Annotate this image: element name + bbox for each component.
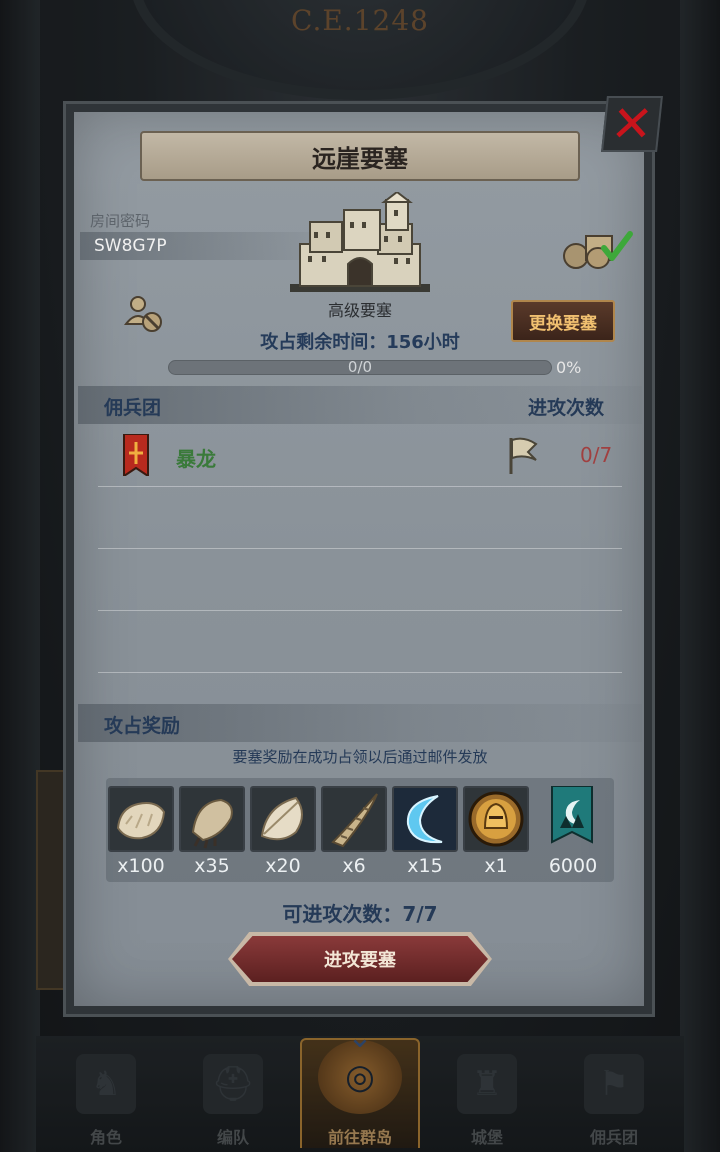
room-code-label: 房间密码 [90, 212, 151, 230]
reward-item[interactable] [538, 786, 606, 852]
reward-note: 要塞奖励在成功占领以后通过邮件发放 [232, 748, 488, 766]
golden-helmet-icon [468, 791, 524, 847]
attack-flag-icon [509, 437, 538, 474]
reward-quantity: x35 [194, 855, 230, 877]
reward-item[interactable] [250, 786, 316, 852]
attacks-remaining: 可进攻次数：7/7 [282, 902, 438, 926]
mercenary-name[interactable]: 暴龙 [176, 443, 216, 472]
attack-fortress-button[interactable]: 进攻要塞 [232, 936, 488, 982]
mercenary-banner-icon [551, 786, 593, 844]
close-icon: ✕ [607, 95, 657, 153]
capture-time-left: 攻占剩余时间：156小时 [260, 332, 460, 353]
capture-progress-percent: 0% [556, 358, 582, 377]
claw-icon [191, 798, 233, 849]
mercenary-attack-count: 0/7 [580, 443, 613, 467]
attack-count-header: 进攻次数 [528, 397, 605, 419]
red-banner-icon [123, 434, 149, 476]
row-divider [98, 486, 622, 487]
horn-icon [331, 793, 378, 848]
reward-quantity: x100 [117, 855, 165, 877]
reward-quantity: x20 [265, 855, 301, 877]
feather-icon [260, 796, 303, 841]
dialog-title: 远崖要塞 [140, 131, 580, 181]
reward-item[interactable] [392, 786, 458, 852]
supply-claimed-icon [563, 231, 633, 269]
row-divider [98, 610, 622, 611]
row-divider [98, 672, 622, 673]
mercenary-section-title: 佣兵团 [104, 397, 162, 419]
fur-pelt-icon [116, 802, 166, 840]
reward-quantity: x1 [484, 855, 508, 877]
close-button[interactable]: ✕ [601, 95, 663, 153]
reward-quantity: x6 [342, 855, 366, 877]
reward-quantity: 6000 [548, 855, 598, 877]
reward-quantity: x15 [407, 855, 443, 877]
reward-item[interactable] [321, 786, 387, 852]
fortress-castle-icon [290, 192, 430, 292]
reward-item[interactable] [463, 786, 529, 852]
capture-progress-text: 0/0 [347, 358, 373, 376]
reward-item[interactable] [108, 786, 174, 852]
room-code-value[interactable]: SW8G7P [94, 236, 167, 256]
row-divider [98, 548, 622, 549]
reward-item[interactable] [179, 786, 245, 852]
reward-section-title: 攻占奖励 [104, 715, 181, 737]
blue-crescent-blade-icon [394, 788, 456, 850]
